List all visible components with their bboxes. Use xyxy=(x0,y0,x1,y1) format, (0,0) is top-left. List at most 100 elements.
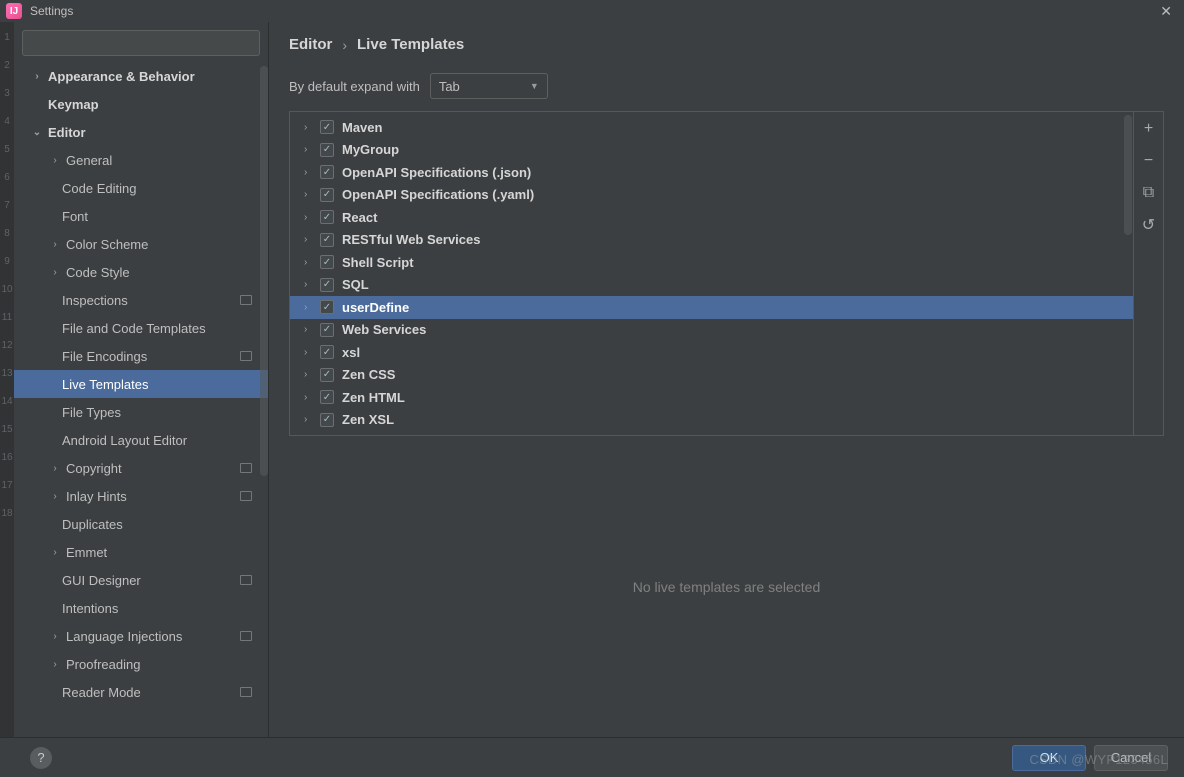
sidebar-item-label: General xyxy=(66,153,112,168)
breadcrumb-sep: › xyxy=(342,37,347,53)
template-group-row[interactable]: › ✓ xsl xyxy=(290,341,1133,364)
template-group-name: xsl xyxy=(342,345,360,360)
sidebar-item-appearance-behavior[interactable]: ›Appearance & Behavior xyxy=(14,62,268,90)
sidebar-item-copyright[interactable]: ›Copyright xyxy=(14,454,268,482)
sidebar-item-color-scheme[interactable]: › Color Scheme xyxy=(14,230,268,258)
add-button[interactable]: + xyxy=(1140,120,1158,138)
sidebar-item-font[interactable]: Font xyxy=(14,202,268,230)
breadcrumb-root[interactable]: Editor xyxy=(289,36,332,53)
sidebar-item-editor[interactable]: ⌄Editor xyxy=(14,118,268,146)
sidebar-item-label: Color Scheme xyxy=(66,237,148,252)
close-icon[interactable]: ✕ xyxy=(1154,3,1178,20)
breadcrumb: Editor › Live Templates xyxy=(289,36,1164,53)
chevron-down-icon: ▼ xyxy=(530,81,539,91)
sidebar-item-label: Copyright xyxy=(66,461,122,476)
template-group-name: Web Services xyxy=(342,322,426,337)
checkbox[interactable]: ✓ xyxy=(320,210,334,224)
template-group-row[interactable]: ›✓RESTful Web Services xyxy=(290,229,1133,252)
template-group-row[interactable]: ›✓Maven xyxy=(290,116,1133,139)
app-icon: IJ xyxy=(6,3,22,19)
checkbox[interactable]: ✓ xyxy=(320,120,334,134)
chevron-right-icon: › xyxy=(48,237,62,251)
template-group-row[interactable]: ›✓Zen XSL xyxy=(290,409,1133,432)
breadcrumb-leaf: Live Templates xyxy=(357,36,464,53)
sidebar-item-inlay-hints[interactable]: ›Inlay Hints xyxy=(14,482,268,510)
template-group-row[interactable]: ›✓Zen HTML xyxy=(290,386,1133,409)
sidebar-item-code-style[interactable]: ›Code Style xyxy=(14,258,268,286)
checkbox[interactable]: ✓ xyxy=(320,233,334,247)
template-group-row[interactable]: ›✓SQL xyxy=(290,274,1133,297)
checkbox[interactable]: ✓ xyxy=(320,413,334,427)
chevron-down-icon: ⌄ xyxy=(30,125,44,139)
checkbox[interactable]: ✓ xyxy=(320,188,334,202)
chevron-right-icon: › xyxy=(304,392,316,403)
chevron-right-icon: › xyxy=(48,545,62,559)
sidebar-item-label: Emmet xyxy=(66,545,107,560)
templates-panel: ›✓Maven › ✓ MyGroup ›✓OpenAPI Specifications… xyxy=(289,111,1164,436)
chevron-right-icon: › xyxy=(30,69,44,83)
template-group-row[interactable]: ›✓React xyxy=(290,206,1133,229)
chevron-right-icon: › xyxy=(304,347,316,358)
sidebar-item-android-layout-editor[interactable]: Android Layout Editor xyxy=(14,426,268,454)
sidebar-item-file-and-code-templates[interactable]: File and Code Templates xyxy=(14,314,268,342)
sidebar-scrollbar[interactable] xyxy=(260,62,268,737)
template-group-row[interactable]: ›✓Zen CSS xyxy=(290,364,1133,387)
checkbox[interactable]: ✓ xyxy=(320,165,334,179)
sidebar-item-label: Code Editing xyxy=(62,181,136,196)
chevron-right-icon: › xyxy=(48,153,62,167)
template-group-name: userDefine xyxy=(342,300,409,315)
checkbox[interactable]: ✓ xyxy=(320,255,334,269)
sidebar-item-keymap[interactable]: Keymap xyxy=(14,90,268,118)
sidebar-item-label: Code Style xyxy=(66,265,130,280)
sidebar-item-inspections[interactable]: Inspections xyxy=(14,286,268,314)
sidebar-item-file-types[interactable]: File Types xyxy=(14,398,268,426)
settings-tree[interactable]: ›Appearance & BehaviorKeymap⌄Editor › Gene… xyxy=(14,62,268,737)
template-group-row[interactable]: ›✓MyGroup xyxy=(290,139,1133,162)
scope-badge-icon xyxy=(240,463,252,473)
sidebar-item-proofreading[interactable]: ›Proofreading xyxy=(14,650,268,678)
checkbox[interactable]: ✓ xyxy=(320,300,334,314)
ok-button[interactable]: OK xyxy=(1012,745,1086,771)
remove-button[interactable]: − xyxy=(1140,152,1158,170)
help-button[interactable]: ? xyxy=(30,747,52,769)
checkbox[interactable]: ✓ xyxy=(320,323,334,337)
chevron-right-icon: › xyxy=(304,234,316,245)
sidebar-item-general[interactable]: › General xyxy=(14,146,268,174)
cancel-button[interactable]: Cancel xyxy=(1094,745,1168,771)
copy-button[interactable]: ⧉ xyxy=(1140,184,1158,202)
checkbox[interactable]: ✓ xyxy=(320,345,334,359)
template-group-row[interactable]: ›✓Shell Script xyxy=(290,251,1133,274)
checkbox[interactable]: ✓ xyxy=(320,390,334,404)
chevron-right-icon: › xyxy=(304,212,316,223)
expand-combo[interactable]: Tab ▼ xyxy=(430,73,548,99)
settings-search-input[interactable] xyxy=(22,30,260,56)
revert-button[interactable]: ↺ xyxy=(1140,216,1158,234)
chevron-right-icon: › xyxy=(304,302,316,313)
sidebar-item-emmet[interactable]: › Emmet xyxy=(14,538,268,566)
template-group-row[interactable]: ›✓Web Services xyxy=(290,319,1133,342)
sidebar-item-reader-mode[interactable]: Reader Mode xyxy=(14,678,268,706)
sidebar-item-gui-designer[interactable]: GUI Designer xyxy=(14,566,268,594)
template-group-row[interactable]: ›✓OpenAPI Specifications (.json) xyxy=(290,161,1133,184)
sidebar-item-code-editing[interactable]: Code Editing xyxy=(14,174,268,202)
sidebar-item-label: Duplicates xyxy=(62,517,123,532)
checkbox[interactable]: ✓ xyxy=(320,368,334,382)
sidebar-item-label: File Types xyxy=(62,405,121,420)
template-group-row[interactable]: › ✓ userDefine xyxy=(290,296,1133,319)
sidebar-item-file-encodings[interactable]: File Encodings xyxy=(14,342,268,370)
checkbox[interactable]: ✓ xyxy=(320,278,334,292)
sidebar-item-live-templates[interactable]: Live Templates xyxy=(14,370,268,398)
sidebar-item-intentions[interactable]: Intentions xyxy=(14,594,268,622)
templates-scrollbar[interactable] xyxy=(1124,113,1132,434)
chevron-right-icon: › xyxy=(304,279,316,290)
template-group-name: MyGroup xyxy=(342,142,399,157)
editor-gutter: 123456789101112131415161718 xyxy=(0,22,14,737)
template-group-row[interactable]: ›✓OpenAPI Specifications (.yaml) xyxy=(290,184,1133,207)
titlebar: IJ Settings ✕ xyxy=(0,0,1184,22)
checkbox[interactable]: ✓ xyxy=(320,143,334,157)
sidebar-item-label: Reader Mode xyxy=(62,685,141,700)
sidebar-item-language-injections[interactable]: ›Language Injections xyxy=(14,622,268,650)
sidebar-item-duplicates[interactable]: Duplicates xyxy=(14,510,268,538)
expand-value: Tab xyxy=(439,79,460,94)
templates-list[interactable]: ›✓Maven › ✓ MyGroup ›✓OpenAPI Specifications… xyxy=(290,112,1133,435)
